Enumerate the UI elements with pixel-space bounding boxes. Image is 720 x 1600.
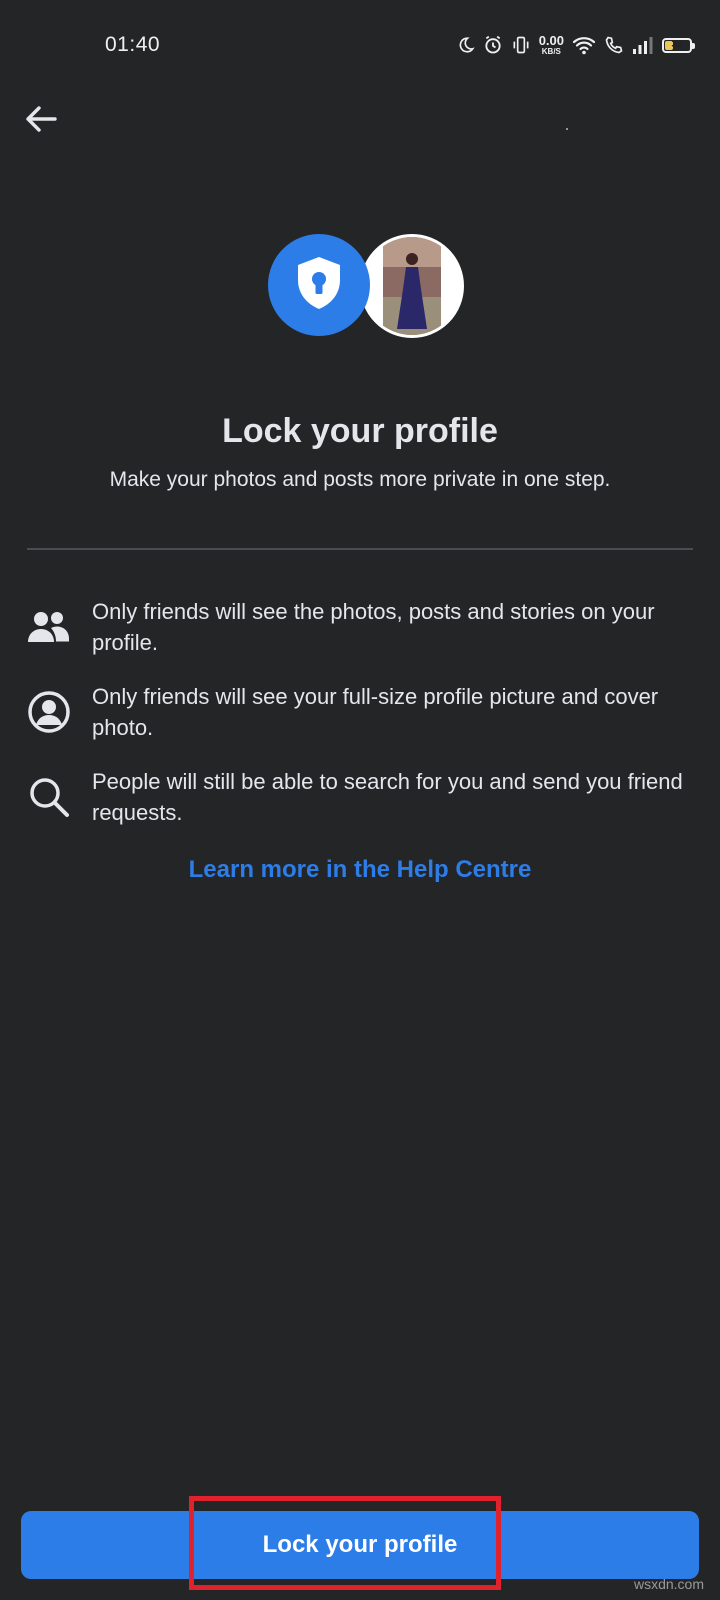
feature-text: People will still be able to search for … [92,769,683,825]
battery-level: 33 [671,38,683,50]
feature-text: Only friends will see the photos, posts … [92,599,655,655]
net-speed-value: 0.00 [538,33,564,48]
divider [27,548,693,550]
vibrate-icon [511,35,531,55]
status-icons: 0.00 KB/S 33 [457,30,695,60]
decorative-dot [566,128,568,130]
profile-circle-icon [24,687,74,737]
moon-icon [457,36,475,54]
back-button[interactable] [18,98,64,144]
profile-photo [383,237,441,335]
battery-icon: 33 [662,37,695,53]
arrow-left-icon [23,101,59,142]
lock-profile-button[interactable]: Lock your profile [21,1511,699,1579]
status-time: 01:40 [105,33,161,56]
shield-lock-icon [293,254,345,317]
status-bar: 01:40 0.00 KB/S 33 [0,0,720,92]
shield-badge [268,234,370,336]
friends-icon [24,602,74,652]
feature-item-friends: Only friends will see the photos, posts … [24,596,704,658]
hero-icons [268,234,464,338]
net-speed: 0.00 KB/S [539,34,564,56]
feature-text: Only friends will see your full-size pro… [92,684,659,740]
avatar [360,234,464,338]
wifi-icon [572,35,596,55]
signal-icon [632,36,654,54]
page-title: Lock your profile [222,412,498,450]
watermark: wsxdn.com [633,1576,704,1592]
call-icon [604,35,624,55]
alarm-icon [483,35,503,55]
net-speed-unit: KB/S [541,47,561,56]
feature-item-profile-picture: Only friends will see your full-size pro… [24,681,704,743]
search-icon [24,772,74,822]
page-subtitle: Make your photos and posts more private … [109,468,611,491]
feature-item-search: People will still be able to search for … [24,766,704,828]
help-centre-link[interactable]: Learn more in the Help Centre [0,856,720,884]
